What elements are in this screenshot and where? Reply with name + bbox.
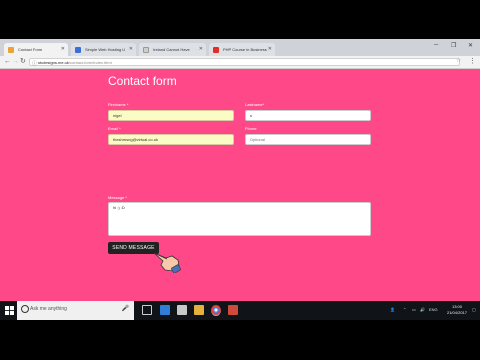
address-path: /contact-form/index.html: [68, 60, 112, 65]
lastname-label: Lastname*: [245, 102, 265, 107]
tab-ireland[interactable]: Ireland Cannot Have ✕: [139, 43, 206, 56]
page-favicon-icon: [75, 47, 81, 53]
page-favicon-icon: [8, 47, 14, 53]
youtube-icon: [213, 47, 219, 53]
email-label: Email *: [108, 126, 121, 131]
close-tab-icon[interactable]: ✕: [61, 43, 65, 56]
browser-menu-icon[interactable]: ⋮: [469, 57, 476, 65]
tab-title: Ireland Cannot Have: [153, 47, 190, 52]
tab-title: PHP Course in Business: [223, 47, 267, 52]
page-info-icon: ⓘ: [32, 61, 38, 67]
page-title: Contact form: [108, 74, 177, 88]
language-indicator[interactable]: ENG: [429, 307, 438, 312]
hand-pointer-icon: [153, 252, 181, 273]
search-placeholder: Ask me anything: [30, 306, 67, 312]
volume-icon[interactable]: 🔊: [420, 307, 425, 312]
forward-icon[interactable]: →: [12, 57, 19, 67]
edge-browser-icon[interactable]: [160, 305, 170, 315]
tab-title: Simple Web Hosting U: [85, 47, 126, 52]
phone-input[interactable]: [245, 134, 371, 145]
maximize-icon[interactable]: ❐: [451, 42, 456, 49]
windows-start-icon[interactable]: [5, 306, 14, 315]
clock-date: 21/04/2017: [446, 310, 468, 315]
folder-icon[interactable]: [194, 305, 204, 315]
message-label: Message *: [108, 195, 127, 200]
taskbar-search-box[interactable]: Ask me anything 🎤: [17, 301, 134, 320]
tab-contact-form[interactable]: Contact Form ✕: [4, 43, 68, 56]
task-view-icon[interactable]: [142, 305, 152, 315]
close-tab-icon[interactable]: ✕: [129, 43, 133, 56]
browser-toolbar: ← → ↻ ⓘ stcdesigns.me.uk/contact-form/in…: [0, 56, 480, 69]
reload-icon[interactable]: ↻: [20, 57, 26, 67]
chrome-icon[interactable]: [211, 305, 221, 316]
tray-chevron-icon[interactable]: ⌃: [403, 307, 406, 312]
screen: Contact Form ✕ Simple Web Hosting U ✕ Ir…: [0, 39, 480, 320]
taskbar: Ask me anything 🎤 👤 ⌃ ▭ 🔊 ENG 13:00 21/0…: [0, 301, 480, 320]
app-icon[interactable]: [228, 305, 238, 315]
tab-title: Contact Form: [18, 47, 43, 52]
tab-web-hosting[interactable]: Simple Web Hosting U ✕: [71, 43, 136, 56]
back-icon[interactable]: ←: [4, 57, 11, 67]
message-textarea[interactable]: hi :) :D: [108, 202, 371, 236]
search-icon: [21, 305, 29, 313]
phone-label: Phone: [245, 126, 257, 131]
email-input[interactable]: [108, 134, 234, 145]
minimize-icon[interactable]: ─: [434, 42, 438, 48]
lastname-input[interactable]: [245, 110, 371, 121]
bookmark-star-icon[interactable]: ☆: [456, 57, 461, 64]
microphone-icon[interactable]: 🎤: [122, 305, 129, 312]
clock[interactable]: 13:00 21/04/2017: [444, 304, 470, 316]
close-window-icon[interactable]: ✕: [468, 42, 473, 49]
tab-php-course[interactable]: PHP Course in Business ✕: [209, 43, 275, 56]
firstname-label: Firstname *: [108, 102, 129, 107]
address-bar[interactable]: ⓘ stcdesigns.me.uk/contact-form/index.ht…: [29, 58, 460, 67]
tab-strip: Contact Form ✕ Simple Web Hosting U ✕ Ir…: [0, 39, 480, 56]
file-explorer-icon[interactable]: [177, 305, 187, 315]
firstname-input[interactable]: [108, 110, 234, 121]
network-icon[interactable]: ▭: [412, 307, 416, 312]
contact-page: Contact form Firstname * Lastname* Email…: [0, 69, 480, 320]
address-host: stcdesigns.me.uk: [38, 60, 69, 65]
close-tab-icon[interactable]: ✕: [268, 43, 272, 56]
notifications-icon[interactable]: ▢: [472, 307, 476, 312]
page-favicon-icon: [143, 47, 149, 53]
tray-person-icon[interactable]: 👤: [390, 307, 395, 312]
close-tab-icon[interactable]: ✕: [199, 43, 203, 56]
